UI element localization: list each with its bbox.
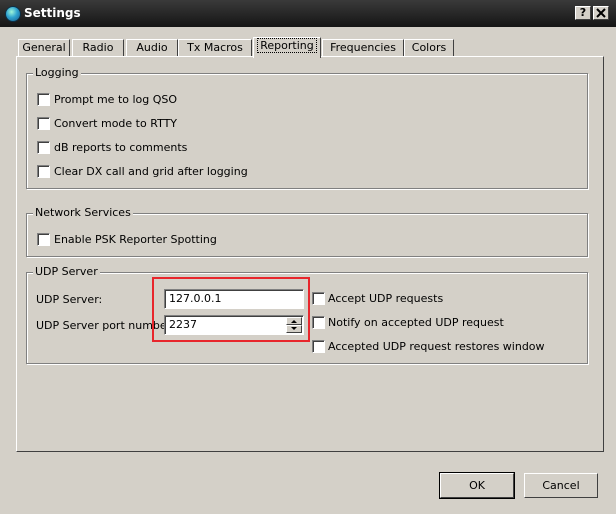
tab-radio-label: Radio — [82, 41, 114, 54]
help-button[interactable]: ? — [575, 6, 591, 20]
arrow-down-icon — [291, 327, 297, 330]
network-services-title: Network Services — [33, 206, 133, 219]
convert-rtty-checkbox[interactable] — [37, 117, 50, 130]
port-spin-down-button[interactable] — [286, 325, 302, 333]
psk-reporter-label: Enable PSK Reporter Spotting — [54, 233, 217, 246]
prompt-log-qso-label: Prompt me to log QSO — [54, 93, 178, 106]
ok-button[interactable]: OK — [439, 472, 515, 499]
psk-reporter-checkbox[interactable] — [37, 233, 50, 246]
port-spin-up-button[interactable] — [286, 317, 302, 325]
accept-udp-checkbox[interactable] — [312, 292, 325, 305]
arrow-up-icon — [291, 320, 297, 323]
tab-reporting[interactable]: Reporting — [253, 37, 321, 58]
db-reports-checkbox[interactable] — [37, 141, 50, 154]
tab-general[interactable]: General — [18, 39, 70, 57]
accept-udp-label: Accept UDP requests — [328, 292, 444, 305]
tab-tx-macros-label: Tx Macros — [187, 41, 243, 54]
udp-port-input[interactable]: 2237 — [164, 315, 304, 335]
cancel-button[interactable]: Cancel — [524, 473, 598, 498]
logging-group-title: Logging — [33, 66, 81, 79]
tab-frequencies-label: Frequencies — [330, 41, 396, 54]
restore-window-checkbox[interactable] — [312, 340, 325, 353]
window-title: Settings — [24, 6, 81, 20]
tab-frequencies[interactable]: Frequencies — [322, 39, 404, 57]
tab-colors-label: Colors — [411, 41, 447, 54]
udp-server-title: UDP Server — [33, 265, 100, 278]
notify-udp-checkbox[interactable] — [312, 316, 325, 329]
clear-dx-checkbox[interactable] — [37, 165, 50, 178]
tab-reporting-label: Reporting — [257, 38, 317, 53]
udp-server-input[interactable]: 127.0.0.1 — [164, 289, 304, 309]
title-bar: Settings ? — [0, 0, 616, 27]
app-icon — [5, 6, 21, 22]
clear-dx-label: Clear DX call and grid after logging — [54, 165, 248, 178]
udp-port-label: UDP Server port number: — [36, 319, 175, 332]
close-button[interactable] — [593, 6, 609, 20]
convert-rtty-label: Convert mode to RTTY — [54, 117, 178, 130]
tab-colors[interactable]: Colors — [404, 39, 454, 57]
notify-udp-label: Notify on accepted UDP request — [328, 316, 504, 329]
close-icon — [596, 8, 606, 18]
restore-window-label: Accepted UDP request restores window — [328, 340, 545, 353]
tab-audio-label: Audio — [136, 41, 168, 54]
tab-radio[interactable]: Radio — [72, 39, 124, 57]
udp-server-label: UDP Server: — [36, 293, 103, 306]
tab-audio[interactable]: Audio — [126, 39, 178, 57]
tab-tx-macros[interactable]: Tx Macros — [178, 39, 252, 57]
db-reports-label: dB reports to comments — [54, 141, 188, 154]
prompt-log-qso-checkbox[interactable] — [37, 93, 50, 106]
tab-general-label: General — [22, 41, 66, 54]
